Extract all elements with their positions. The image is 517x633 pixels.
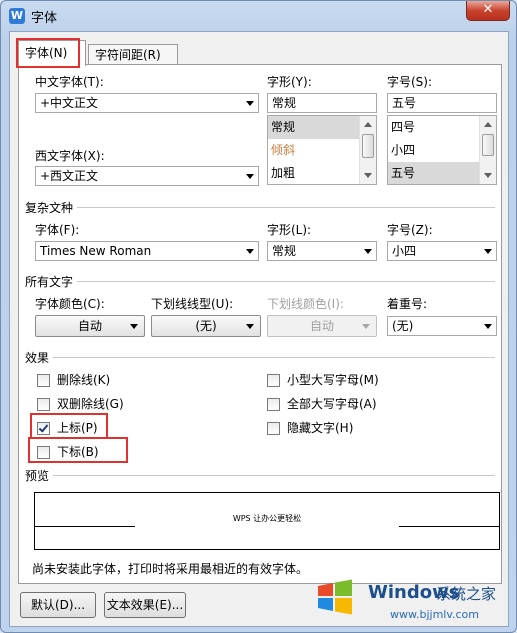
underline-color-value: 自动 [309,319,334,333]
complex-size-value: 小四 [392,244,417,258]
size-input[interactable]: 五号 [387,93,497,113]
scroll-thumb[interactable] [362,134,374,158]
chinese-font-value: +中文正文 [40,96,99,110]
watermark-subtitle: 系统之家 [436,585,497,603]
section-divider [25,207,495,208]
western-font-combo[interactable]: +西文正文 [35,166,259,186]
watermark-url: www.bjjmlv.com [390,608,479,621]
checkbox-box[interactable] [37,374,50,387]
preview-box: WPS 让办公更轻松 [34,492,500,550]
underline-style-dropdown[interactable]: (无) [151,315,261,337]
scroll-thumb[interactable] [482,134,494,156]
scroll-up-icon[interactable] [484,122,492,127]
font-color-label: 字体颜色(C): [35,297,105,311]
western-font-label: 西文字体(X): [35,149,105,163]
complex-script-heading: 复杂文种 [25,199,78,216]
subscript-highlight-box [28,437,128,463]
preview-heading: 预览 [25,467,54,484]
dialog-title: 字体 [31,11,58,26]
preview-section: 预览 [25,467,495,484]
tab-character-spacing[interactable]: 字符间距(R) [88,44,178,66]
windows-logo-icon [318,579,352,615]
dialog-client: 字体(N) 字符间距(R) 中文字体(T): +中文正文 字形(Y): 常规 常… [9,31,509,627]
style-listbox[interactable]: 常规 倾斜 加粗 [267,115,377,185]
preview-baseline-right [399,526,499,527]
effects-heading: 效果 [25,349,54,366]
complex-style-value: 常规 [272,244,297,258]
underline-style-value: (无) [195,319,217,333]
hidden-text-label: 隐藏文字(H) [287,421,354,435]
chevron-down-icon [362,324,370,329]
complex-style-label: 字形(L): [267,223,312,237]
text-effects-button[interactable]: 文本效果(E)... [104,592,186,618]
strikethrough-label: 删除线(K) [57,373,111,387]
all-caps-label: 全部大写字母(A) [287,397,377,411]
scroll-up-icon[interactable] [364,122,372,127]
underline-color-label: 下划线颜色(I): [267,297,344,311]
checkbox-box[interactable] [267,422,280,435]
chevron-down-icon [484,324,492,329]
complex-style-combo[interactable]: 常规 [267,241,377,261]
western-font-value: +西文正文 [40,169,99,183]
section-divider [25,281,495,282]
section-divider [25,357,495,358]
small-caps-label: 小型大写字母(M) [287,373,379,387]
superscript-highlight-box [30,413,108,439]
dialog-window: W 字体 ✕ 字体(N) 字符间距(R) 中文字体(T): +中文正文 字形(Y… [0,0,517,633]
chevron-down-icon [130,324,138,329]
chevron-down-icon [246,324,254,329]
chevron-down-icon [484,249,492,254]
chevron-down-icon [246,249,254,254]
title-bar: W 字体 ✕ [1,1,516,31]
checkbox-box[interactable] [267,374,280,387]
emphasis-label: 着重号: [387,297,428,311]
size-listbox[interactable]: 四号 小四 五号 [387,115,497,185]
font-color-dropdown[interactable]: 自动 [35,315,145,337]
complex-size-combo[interactable]: 小四 [387,241,497,261]
chevron-down-icon [246,101,254,106]
tab-highlight-box [16,38,80,68]
style-input[interactable]: 常规 [267,93,377,113]
complex-script-section: 复杂文种 [25,199,495,216]
chinese-font-combo[interactable]: +中文正文 [35,93,259,113]
section-divider [25,475,495,476]
default-button[interactable]: 默认(D)... [20,592,96,618]
wps-app-icon: W [9,8,25,24]
scroll-down-icon[interactable] [364,173,372,178]
effects-section: 效果 [25,349,495,366]
close-button[interactable]: ✕ [466,1,510,21]
complex-font-value: Times New Roman [40,244,152,258]
all-text-section: 所有文字 [25,273,495,290]
complex-font-combo[interactable]: Times New Roman [35,241,259,261]
site-watermark: Windows 系统之家 www.bjjmlv.com [310,574,510,628]
chevron-down-icon [246,174,254,179]
emphasis-value: (无) [392,319,414,333]
style-label: 字形(Y): [267,75,312,89]
style-scrollbar[interactable] [359,116,376,184]
complex-size-label: 字号(Z): [387,223,433,237]
chevron-down-icon [364,249,372,254]
preview-baseline-left [35,526,135,527]
underline-style-label: 下划线线型(U): [151,297,234,311]
font-color-value: 自动 [77,319,102,333]
complex-font-label: 字体(F): [35,223,80,237]
chinese-font-label: 中文字体(T): [35,75,104,89]
emphasis-combo[interactable]: (无) [387,316,497,336]
all-text-heading: 所有文字 [25,273,78,290]
size-label: 字号(S): [387,75,433,89]
double-strikethrough-label: 双删除线(G) [57,397,124,411]
checkbox-box[interactable] [267,398,280,411]
font-missing-note: 尚未安装此字体，打印时将采用最相近的有效字体。 [32,562,309,576]
underline-color-dropdown: 自动 [267,315,377,337]
size-scrollbar[interactable] [479,116,496,184]
preview-text: WPS 让办公更轻松 [232,514,302,523]
scroll-down-icon[interactable] [484,173,492,178]
checkbox-box[interactable] [37,398,50,411]
